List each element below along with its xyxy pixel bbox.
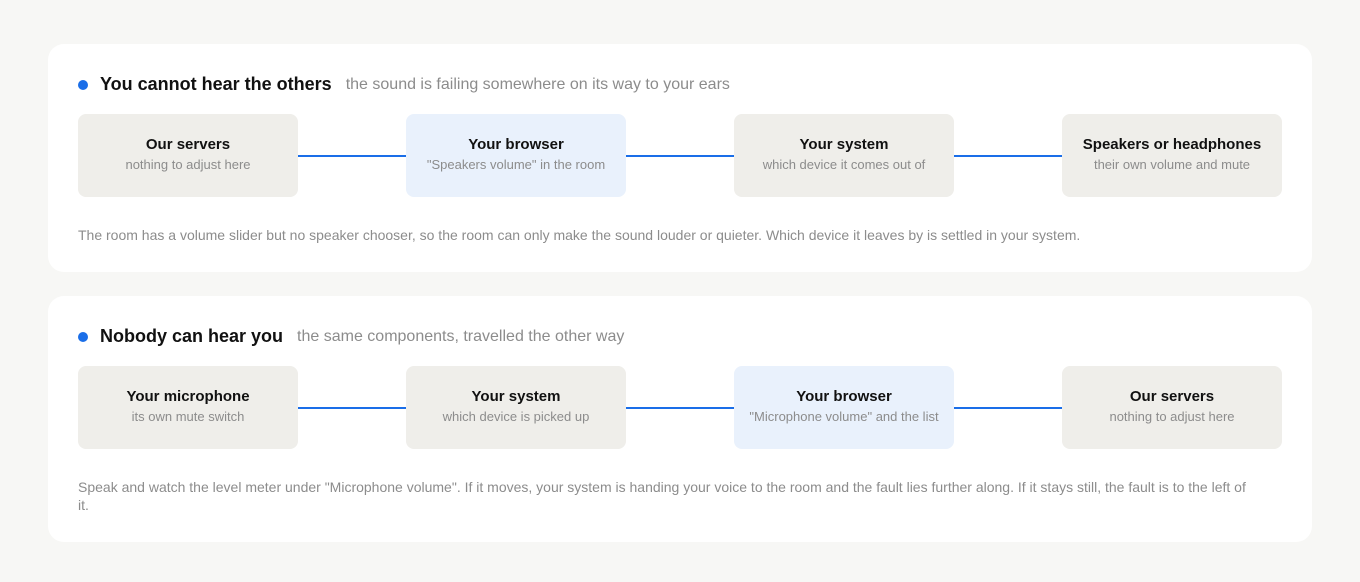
section-note: Speak and watch the level meter under "M…: [78, 479, 1246, 513]
section-header: Nobody can hear you the same components,…: [78, 326, 624, 347]
connector-line: [954, 155, 1062, 157]
step-description: nothing to adjust here: [1109, 409, 1235, 424]
connector-line: [298, 155, 406, 157]
flow-step-your-system: Your system which device it comes out of: [734, 114, 954, 197]
step-label: Your system: [799, 136, 889, 153]
section-title: Nobody can hear you: [100, 326, 284, 346]
bullet-dot-icon: [78, 79, 88, 90]
step-label: Your browser: [468, 136, 564, 153]
flow-step-speakers-headphones: Speakers or headphones their own volume …: [1062, 114, 1282, 197]
section-title: You cannot hear the others: [100, 74, 332, 94]
connector-line: [626, 407, 734, 409]
flow-step-your-browser: Your browser "Microphone volume" and the…: [734, 366, 954, 449]
connector-line: [954, 407, 1062, 409]
step-description: their own volume and mute: [1093, 157, 1251, 172]
bullet-dot-icon: [78, 331, 88, 342]
section-header: You cannot hear the others the sound is …: [78, 74, 730, 95]
step-description: "Speakers volume" in the room: [426, 157, 606, 172]
flow-step-our-servers: Our servers nothing to adjust here: [78, 114, 298, 197]
flow-step-your-browser: Your browser "Speakers volume" in the ro…: [406, 114, 626, 197]
signal-flow: Your microphone its own mute switch Your…: [78, 366, 1282, 449]
flow-step-your-system: Your system which device is picked up: [406, 366, 626, 449]
step-description: "Microphone volume" and the list: [749, 409, 939, 424]
step-description: its own mute switch: [131, 409, 245, 424]
step-label: Our servers: [145, 136, 231, 153]
step-label: Your microphone: [126, 388, 250, 405]
signal-flow: Our servers nothing to adjust here Your …: [78, 114, 1282, 197]
section-card-nobody-hears-you: Nobody can hear you the same components,…: [48, 296, 1312, 542]
step-label: Speakers or headphones: [1082, 136, 1262, 153]
flow-step-our-servers: Our servers nothing to adjust here: [1062, 366, 1282, 449]
section-subtitle: the same components, travelled the other…: [297, 327, 625, 345]
step-label: Your browser: [796, 388, 892, 405]
section-note: The room has a volume slider but no spea…: [78, 227, 1081, 243]
step-label: Your system: [471, 388, 561, 405]
section-card-hear-others: You cannot hear the others the sound is …: [48, 44, 1312, 272]
step-description: nothing to adjust here: [125, 157, 251, 172]
connector-line: [626, 155, 734, 157]
step-label: Our servers: [1129, 388, 1215, 405]
step-description: which device is picked up: [442, 409, 590, 424]
flow-step-your-microphone: Your microphone its own mute switch: [78, 366, 298, 449]
section-subtitle: the sound is failing somewhere on its wa…: [345, 75, 730, 93]
connector-line: [298, 407, 406, 409]
step-description: which device it comes out of: [762, 157, 926, 172]
